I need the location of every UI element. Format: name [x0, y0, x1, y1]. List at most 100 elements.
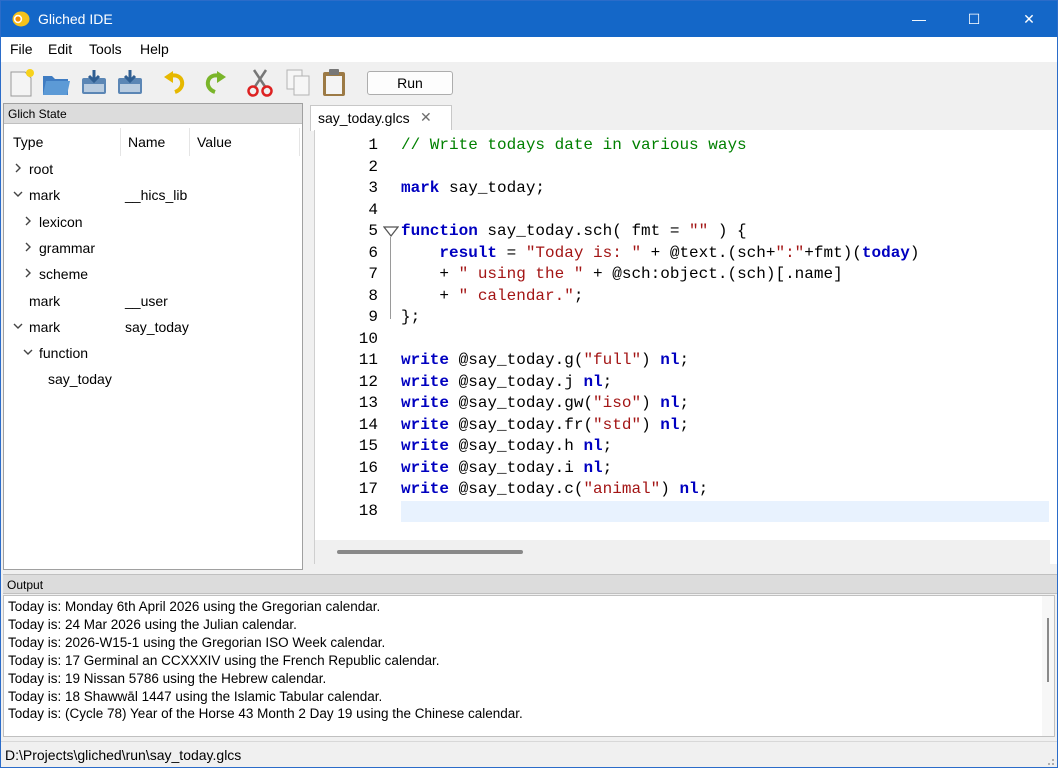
save-as-icon[interactable]	[115, 66, 145, 98]
code-line[interactable]: write @say_today.gw("iso") nl;	[401, 393, 689, 415]
code-line[interactable]: // Write todays date in various ways	[401, 135, 747, 157]
line-number: 10	[358, 329, 378, 348]
line-number: 5	[368, 222, 378, 240]
line-number: 11	[358, 351, 378, 369]
app-logo-icon	[12, 11, 30, 27]
keyword-token: write	[401, 437, 450, 455]
chevron-right-icon[interactable]	[12, 161, 24, 175]
resize-grip-icon[interactable]	[1045, 756, 1055, 766]
tree-item-name: __user	[125, 292, 168, 309]
tree-item-type: function	[39, 345, 89, 362]
code-line[interactable]: write @say_today.j nl;	[401, 372, 612, 394]
code-token: )	[909, 243, 920, 262]
code-line[interactable]: write @say_today.g("full") nl;	[401, 350, 689, 372]
column-header-type[interactable]: Type	[13, 127, 43, 157]
toolbar: Run	[1, 62, 1057, 103]
column-header-name[interactable]: Name	[128, 127, 165, 157]
minimize-button[interactable]: —	[896, 1, 942, 37]
tree-row[interactable]: lexicon	[4, 210, 302, 236]
code-token: =	[497, 243, 526, 262]
tree-item-type: say_today	[48, 371, 112, 388]
code-line[interactable]: write @say_today.fr("std") nl;	[401, 415, 689, 437]
chevron-right-icon[interactable]	[22, 214, 34, 228]
tab-label: say_today.glcs	[318, 110, 410, 126]
cut-icon[interactable]	[245, 66, 275, 98]
column-separator[interactable]	[120, 128, 121, 156]
column-separator[interactable]	[189, 128, 190, 156]
paste-icon[interactable]	[319, 66, 349, 98]
open-folder-icon[interactable]	[41, 66, 71, 98]
code-line[interactable]: function say_today.sch( fmt = "" ) {	[401, 221, 747, 243]
column-separator[interactable]	[299, 128, 300, 156]
code-line[interactable]: write @say_today.h nl;	[401, 436, 612, 458]
tree-row[interactable]: mark say_today	[4, 315, 302, 341]
column-header-value[interactable]: Value	[197, 127, 232, 157]
tree-item-name: say_today	[125, 318, 189, 335]
chevron-right-icon[interactable]	[22, 240, 34, 254]
tree-row[interactable]: grammar	[4, 236, 302, 262]
tree-row[interactable]: say_today	[4, 367, 302, 393]
title-bar[interactable]: Gliched IDE — ☐ ✕	[1, 1, 1057, 37]
code-line[interactable]: write @say_today.c("animal") nl;	[401, 479, 708, 501]
menu-file[interactable]: File	[10, 41, 33, 57]
tree-row[interactable]: root	[4, 157, 302, 183]
chevron-right-icon[interactable]	[22, 266, 34, 280]
tree-item-type: mark	[29, 318, 61, 335]
code-line[interactable]: + " calendar.";	[401, 286, 583, 308]
menu-help[interactable]: Help	[140, 41, 169, 57]
keyword-token: write	[401, 372, 450, 391]
string-token: "iso"	[593, 394, 642, 412]
editor-tab[interactable]: say_today.glcs ✕	[310, 105, 452, 131]
tree-row[interactable]: function	[4, 341, 302, 367]
keyword-token: write	[401, 394, 450, 412]
code-token: @say_today.h	[449, 437, 584, 455]
code-token: @say_today.j	[449, 372, 584, 391]
code-line[interactable]: mark say_today;	[401, 178, 545, 200]
output-title: Output	[3, 574, 1057, 594]
line-number-gutter: 1 2 3 4 5 6 7 8 9 10 11 12 13 14 15 16 17 18	[315, 130, 383, 540]
keyword-token: nl	[660, 351, 680, 369]
chevron-down-icon[interactable]	[12, 319, 24, 333]
chevron-down-icon[interactable]	[22, 345, 34, 359]
tree-row[interactable]: mark __user	[4, 289, 302, 315]
code-line[interactable]: };	[401, 307, 420, 329]
line-number: 13	[358, 394, 378, 412]
maximize-button[interactable]: ☐	[951, 1, 997, 37]
menu-edit[interactable]: Edit	[48, 41, 72, 57]
code-token: + @sch:object.(sch)[.name]	[583, 265, 843, 283]
horizontal-scrollbar[interactable]	[315, 540, 1050, 564]
run-button[interactable]: Run	[367, 71, 453, 95]
vertical-scrollbar[interactable]	[1042, 596, 1054, 736]
close-button[interactable]: ✕	[1006, 1, 1052, 37]
vertical-scroll-thumb[interactable]	[1047, 618, 1049, 682]
code-line[interactable]: + " using the " + @sch:object.(sch)[.nam…	[401, 264, 843, 286]
horizontal-scroll-thumb[interactable]	[337, 550, 523, 554]
save-icon[interactable]	[79, 66, 109, 98]
output-panel[interactable]: Today is: Monday 6th April 2026 using th…	[3, 595, 1055, 737]
tree-row[interactable]: mark __hics_lib	[4, 183, 302, 209]
code-line[interactable]: result = "Today is: " + @text.(sch+":"+f…	[401, 243, 920, 265]
new-file-icon[interactable]	[7, 66, 37, 98]
string-token: " using the "	[458, 265, 584, 283]
keyword-token: write	[401, 458, 450, 477]
fold-range-line	[390, 237, 391, 319]
line-number: 9	[368, 308, 378, 326]
code-editor[interactable]: 1 2 3 4 5 6 7 8 9 10 11 12 13 14 15 16 17 18 // Write tod…	[314, 130, 1057, 564]
tree-row[interactable]: scheme	[4, 262, 302, 288]
line-number: 8	[368, 286, 378, 305]
redo-icon[interactable]	[199, 66, 229, 98]
tab-close-icon[interactable]: ✕	[420, 109, 432, 126]
code-line[interactable]: write @say_today.i nl;	[401, 458, 612, 480]
menu-tools[interactable]: Tools	[89, 41, 122, 57]
string-token: "std"	[593, 415, 642, 434]
chevron-down-icon[interactable]	[12, 187, 24, 201]
undo-icon[interactable]	[161, 66, 191, 98]
line-number: 3	[368, 179, 378, 197]
fold-toggle-icon[interactable]	[383, 224, 399, 240]
tree-item-type: root	[29, 161, 54, 177]
line-number: 18	[358, 501, 378, 520]
copy-icon[interactable]	[283, 66, 313, 98]
line-number: 1	[368, 136, 378, 154]
keyword-token: nl	[583, 372, 603, 391]
